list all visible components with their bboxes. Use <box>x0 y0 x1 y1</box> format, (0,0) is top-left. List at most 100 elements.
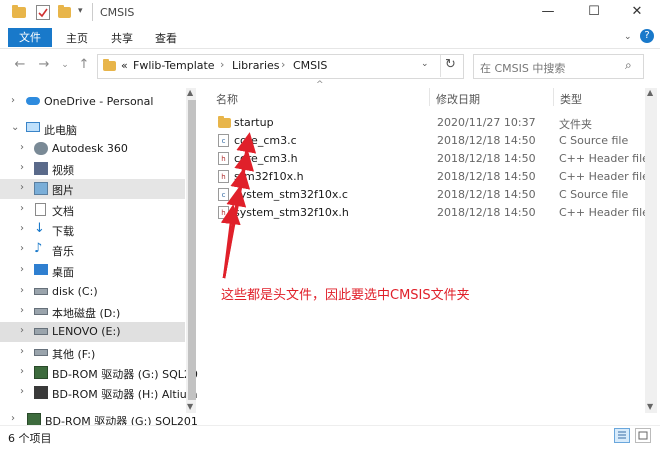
properties-icon[interactable] <box>36 5 50 20</box>
breadcrumb-separator-icon: › <box>281 58 286 71</box>
disc-icon <box>34 386 48 399</box>
window-title: CMSIS <box>100 6 135 19</box>
file-date: 2018/12/18 14:50 <box>437 170 536 183</box>
breadcrumb-libraries[interactable]: Libraries <box>232 59 280 72</box>
scroll-down-icon[interactable]: ▼ <box>647 402 653 411</box>
ribbon <box>0 26 660 49</box>
nav-label: BD-ROM 驱动器 (G:) SQL20 <box>52 368 198 381</box>
scroll-up-icon[interactable]: ▲ <box>187 88 193 97</box>
chevron-right-icon[interactable]: › <box>20 243 24 254</box>
divider <box>429 88 430 106</box>
divider <box>553 88 554 106</box>
sort-ascending-icon: ^ <box>316 80 324 90</box>
nav-label: 此电脑 <box>44 124 77 137</box>
chevron-right-icon[interactable]: › <box>20 325 24 336</box>
column-header-date[interactable]: 修改日期 <box>436 91 480 107</box>
help-icon[interactable]: ? <box>640 29 654 43</box>
folder-icon[interactable] <box>12 5 26 18</box>
expand-ribbon-icon[interactable]: ⌄ <box>624 32 632 42</box>
scroll-up-icon[interactable]: ▲ <box>647 88 653 97</box>
nav-item-drive-e[interactable]: › LENOVO (E:) <box>0 322 185 342</box>
chevron-right-icon[interactable]: › <box>20 162 24 173</box>
nav-label: 视频 <box>52 164 74 177</box>
address-dropdown-icon[interactable]: ⌄ <box>421 59 429 69</box>
drive-icon <box>34 288 48 295</box>
up-arrow-icon[interactable]: ↑ <box>76 57 92 73</box>
chevron-down-icon[interactable]: ⌄ <box>11 122 19 133</box>
nav-label: BD-ROM 驱动器 (H:) Altium <box>52 388 198 401</box>
nav-item-drive-g[interactable]: › BD-ROM 驱动器 (G:) SQL20 <box>0 363 198 383</box>
forward-arrow-icon[interactable]: → <box>36 57 52 73</box>
drive-icon <box>34 349 48 356</box>
file-type: 文件夹 <box>559 118 592 131</box>
refresh-icon[interactable]: ↻ <box>445 57 456 72</box>
column-header-name[interactable]: 名称 <box>216 91 238 107</box>
column-header-type[interactable]: 类型 <box>560 91 582 107</box>
chevron-right-icon[interactable]: › <box>11 95 15 106</box>
computer-icon <box>26 122 40 132</box>
breadcrumb-overflow[interactable]: « <box>121 59 128 72</box>
folder-icon <box>103 59 116 71</box>
file-name: startup <box>234 116 274 129</box>
recent-dropdown-icon[interactable]: ⌄ <box>57 57 73 73</box>
details-view-icon[interactable] <box>614 428 630 443</box>
minimize-button[interactable]: — <box>525 0 571 26</box>
nav-item-drive-d[interactable]: › 本地磁盘 (D:) <box>0 302 185 322</box>
nav-scroll-thumb[interactable] <box>188 100 196 400</box>
nav-label: 桌面 <box>52 266 74 279</box>
nav-item-desktop[interactable]: › 桌面 <box>0 261 185 281</box>
nav-item-downloads[interactable]: › ↓ 下载 <box>0 220 185 240</box>
divider <box>440 55 441 77</box>
chevron-right-icon[interactable]: › <box>20 203 24 214</box>
scroll-down-icon[interactable]: ▼ <box>187 402 193 411</box>
tab-home[interactable]: 主页 <box>66 30 88 46</box>
breadcrumb-cmsis[interactable]: CMSIS <box>293 59 327 72</box>
chevron-right-icon[interactable]: › <box>20 223 24 234</box>
chevron-right-icon[interactable]: › <box>20 305 24 316</box>
content-scrollbar[interactable] <box>645 88 657 413</box>
divider <box>92 3 93 21</box>
file-type: C Source file <box>559 134 629 147</box>
tab-file[interactable]: 文件 <box>8 28 52 47</box>
search-icon[interactable]: ⌕ <box>625 58 632 73</box>
chevron-right-icon[interactable]: › <box>20 285 24 296</box>
breadcrumb-fwlib-template[interactable]: Fwlib-Template <box>133 59 215 72</box>
status-bar <box>0 425 660 451</box>
nav-item-music[interactable]: › ♪ 音乐 <box>0 240 185 260</box>
tab-share[interactable]: 共享 <box>111 30 133 46</box>
chevron-right-icon[interactable]: › <box>20 366 24 377</box>
nav-item-autodesk[interactable]: › Autodesk 360 <box>0 139 185 159</box>
nav-item-drive-h[interactable]: › BD-ROM 驱动器 (H:) Altium <box>0 383 197 403</box>
disc-icon <box>34 366 48 379</box>
search-input[interactable]: 在 CMSIS 中搜索 <box>480 60 565 76</box>
back-arrow-icon[interactable]: ← <box>12 57 28 73</box>
chevron-right-icon[interactable]: › <box>20 386 24 397</box>
nav-item-videos[interactable]: › 视频 <box>0 159 185 179</box>
chevron-right-icon[interactable]: › <box>20 264 24 275</box>
nav-item-drive-f[interactable]: › 其他 (F:) <box>0 343 185 363</box>
nav-item-this-pc[interactable]: ⌄ 此电脑 <box>0 119 185 139</box>
large-icons-view-icon[interactable] <box>635 428 651 443</box>
nav-label: OneDrive - Personal <box>44 95 154 108</box>
chevron-right-icon[interactable]: › <box>11 413 15 424</box>
nav-item-documents[interactable]: › 文档 <box>0 200 185 220</box>
chevron-right-icon[interactable]: › <box>20 346 24 357</box>
chevron-right-icon[interactable]: › <box>20 182 24 193</box>
maximize-button[interactable]: ☐ <box>571 0 617 26</box>
nav-item-onedrive[interactable]: › OneDrive - Personal <box>0 92 185 112</box>
file-type: C++ Header file <box>559 170 649 183</box>
tab-view[interactable]: 查看 <box>155 30 177 46</box>
file-date: 2018/12/18 14:50 <box>437 206 536 219</box>
new-folder-icon[interactable] <box>58 5 71 18</box>
nav-label: disk (C:) <box>52 285 98 298</box>
nav-label: 音乐 <box>52 245 74 258</box>
nav-item-pictures[interactable]: › 图片 <box>0 179 185 199</box>
file-type: C Source file <box>559 188 629 201</box>
download-icon: ↓ <box>34 221 45 236</box>
quick-access-dropdown-icon[interactable]: ▾ <box>78 6 83 16</box>
annotation-text: 这些都是头文件，因此要选中CMSIS文件夹 <box>221 288 470 303</box>
chevron-right-icon[interactable]: › <box>20 142 24 153</box>
close-button[interactable]: ✕ <box>614 0 660 26</box>
nav-item-drive-c[interactable]: › disk (C:) <box>0 282 185 302</box>
file-date: 2018/12/18 14:50 <box>437 188 536 201</box>
